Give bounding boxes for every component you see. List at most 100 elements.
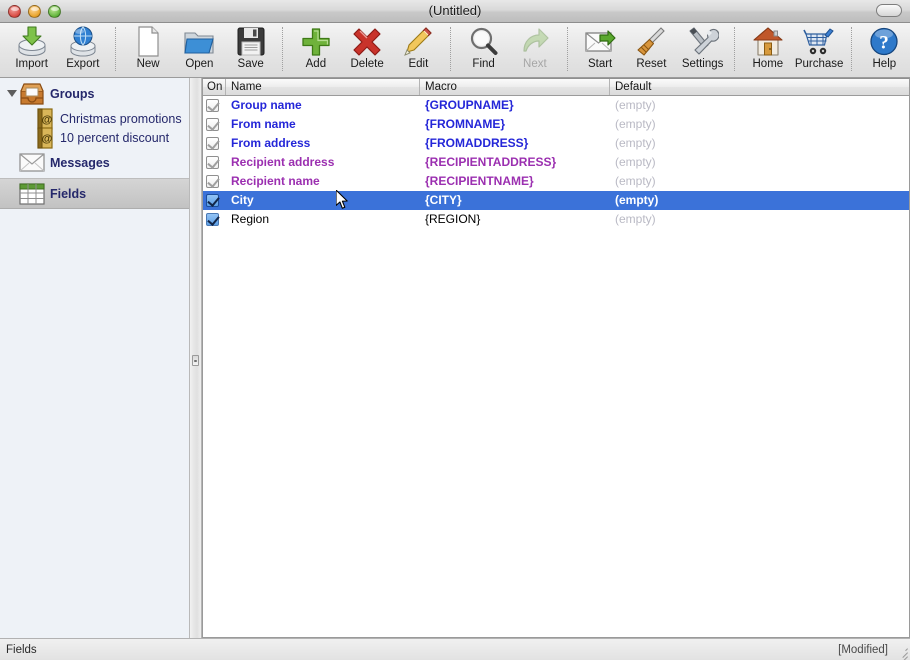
table-row[interactable]: Region{REGION}(empty): [203, 210, 909, 229]
splitter-handle-icon[interactable]: [192, 355, 199, 366]
table-header-row: OnNameMacroDefault: [203, 79, 909, 96]
toolbar-label-next: Next: [523, 58, 547, 70]
sidebar-item-label: Christmas promotions: [60, 112, 182, 126]
toolbar-separator: [851, 27, 853, 71]
find-magnifier-icon: [468, 26, 500, 57]
toolbar-button-home[interactable]: Home: [742, 23, 793, 76]
toolbar-button-new[interactable]: New: [122, 23, 173, 76]
checkbox-icon[interactable]: [206, 194, 219, 207]
toolbar-button-help[interactable]: ?Help: [859, 23, 910, 76]
toolbar-label-import: Import: [15, 58, 48, 70]
cell-default: (empty): [610, 153, 909, 172]
toolbar-separator: [450, 27, 452, 71]
cell-macro: {REGION}: [420, 210, 610, 229]
disclosure-triangle-icon[interactable]: [4, 87, 19, 101]
toolbar-label-start: Start: [588, 58, 612, 70]
column-header-name[interactable]: Name: [226, 79, 420, 95]
sidebar-item-label: Fields: [50, 187, 86, 201]
checkbox-icon[interactable]: [206, 118, 219, 131]
cell-name: From name: [226, 115, 420, 134]
toolbar-button-start[interactable]: Start: [574, 23, 625, 76]
sidebar-item-10-percent-discount[interactable]: @10 percent discount: [0, 128, 189, 147]
toolbar-button-delete[interactable]: Delete: [342, 23, 393, 76]
checkbox-icon[interactable]: [206, 213, 219, 226]
next-arrow-icon: [519, 26, 551, 57]
status-left-text: Fields: [6, 644, 37, 656]
cell-macro: {FROMNAME}: [420, 115, 610, 134]
sidebar-item-label: Messages: [50, 156, 110, 170]
cell-name: Group name: [226, 96, 420, 115]
table-row[interactable]: From name{FROMNAME}(empty): [203, 115, 909, 134]
toolbar-button-save[interactable]: Save: [225, 23, 276, 76]
checkbox-icon[interactable]: [206, 175, 219, 188]
toolbar-button-purchase[interactable]: Purchase: [793, 23, 844, 76]
cell-default: (empty): [610, 134, 909, 153]
row-enabled-checkbox[interactable]: [203, 194, 226, 207]
checkbox-icon[interactable]: [206, 137, 219, 150]
sidebar-item-fields[interactable]: Fields: [0, 178, 189, 209]
add-plus-icon: [300, 26, 332, 57]
sidebar-item-label: 10 percent discount: [60, 131, 169, 145]
toolbar-toggle-button[interactable]: [876, 4, 902, 17]
checkbox-icon[interactable]: [206, 156, 219, 169]
toolbar-button-settings[interactable]: Settings: [677, 23, 728, 76]
purchase-cart-icon: [803, 26, 835, 57]
sidebar-item-label: Groups: [50, 87, 94, 101]
row-enabled-checkbox[interactable]: [203, 213, 226, 226]
toolbar-label-new: New: [137, 58, 160, 70]
table-row[interactable]: Recipient address{RECIPIENTADDRESS}(empt…: [203, 153, 909, 172]
row-enabled-checkbox[interactable]: [203, 137, 226, 150]
resize-grip-icon[interactable]: [894, 644, 908, 658]
toolbar-separator: [282, 27, 284, 71]
table-row[interactable]: City{CITY}(empty): [203, 191, 909, 210]
cell-default: (empty): [610, 191, 909, 210]
pane-splitter[interactable]: [190, 78, 202, 638]
toolbar-button-reset[interactable]: Reset: [626, 23, 677, 76]
toolbar-label-delete: Delete: [351, 58, 384, 70]
toolbar-button-import[interactable]: Import: [6, 23, 57, 76]
toolbar-button-open[interactable]: Open: [174, 23, 225, 76]
toolbar-label-purchase: Purchase: [795, 58, 844, 70]
row-enabled-checkbox[interactable]: [203, 99, 226, 112]
import-drive-icon: [16, 26, 48, 57]
settings-tools-icon: [687, 26, 719, 57]
row-enabled-checkbox[interactable]: [203, 175, 226, 188]
sidebar-item-messages[interactable]: Messages: [0, 147, 189, 178]
table-row[interactable]: Group name{GROUPNAME}(empty): [203, 96, 909, 115]
application-window: (Untitled) Import Export New Open Save Add Del…: [0, 0, 910, 660]
row-enabled-checkbox[interactable]: [203, 156, 226, 169]
cell-macro: {FROMADDRESS}: [420, 134, 610, 153]
zoom-button[interactable]: [48, 5, 61, 18]
toolbar-button-edit[interactable]: Edit: [393, 23, 444, 76]
status-bar: Fields [Modified]: [0, 638, 910, 660]
toolbar-label-export: Export: [66, 58, 99, 70]
row-enabled-checkbox[interactable]: [203, 118, 226, 131]
title-bar[interactable]: (Untitled): [0, 0, 910, 23]
table-row[interactable]: From address{FROMADDRESS}(empty): [203, 134, 909, 153]
help-question-icon: ?: [868, 26, 900, 57]
cell-default: (empty): [610, 210, 909, 229]
export-globe-icon: [67, 26, 99, 57]
toolbar-button-export[interactable]: Export: [57, 23, 108, 76]
checkbox-icon[interactable]: [206, 99, 219, 112]
home-house-icon: [752, 26, 784, 57]
main-toolbar: Import Export New Open Save Add Delete Edit Find…: [0, 23, 910, 78]
svg-text:?: ?: [880, 33, 890, 54]
open-folder-icon: [183, 26, 215, 57]
sidebar-item-christmas-promotions[interactable]: @Christmas promotions: [0, 109, 189, 128]
minimize-button[interactable]: [28, 5, 41, 18]
column-header-macro[interactable]: Macro: [420, 79, 610, 95]
cell-name: Region: [226, 210, 420, 229]
sidebar-item-groups[interactable]: Groups: [0, 78, 189, 109]
table-row[interactable]: Recipient name{RECIPIENTNAME}(empty): [203, 172, 909, 191]
toolbar-button-add[interactable]: Add: [290, 23, 341, 76]
source-list-sidebar: Groups @Christmas promotions@10 percent d…: [0, 78, 190, 638]
column-header-default[interactable]: Default: [610, 79, 909, 95]
reset-broom-icon: [635, 26, 667, 57]
cell-name: Recipient name: [226, 172, 420, 191]
envelope-icon: [19, 150, 45, 176]
close-button[interactable]: [8, 5, 21, 18]
toolbar-label-save: Save: [238, 58, 264, 70]
toolbar-button-find[interactable]: Find: [458, 23, 509, 76]
column-header-on[interactable]: On: [203, 79, 226, 95]
